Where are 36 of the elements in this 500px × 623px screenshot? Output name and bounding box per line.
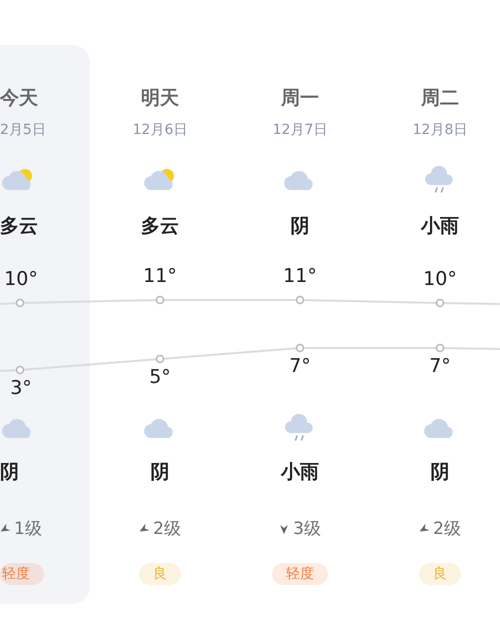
air-quality-badge: 轻度: [272, 563, 328, 585]
air-quality-badge: 轻度: [0, 563, 44, 585]
high-temperature: 11°: [283, 264, 317, 288]
weather-label: 阴: [150, 460, 170, 485]
weather-label: 阴: [0, 460, 19, 485]
low-temperature: 3°: [10, 376, 32, 400]
day-name: 明天: [141, 86, 179, 111]
low-temperature: 5°: [149, 365, 171, 389]
high-temperature: 10°: [4, 267, 38, 291]
date-label: 12月7日: [272, 121, 328, 140]
weather-label: 小雨: [421, 214, 459, 239]
low-temperature: 7°: [289, 354, 311, 378]
day-column[interactable]: 周一 12月7日 阴 11° 7° 小雨 3级 轻度: [230, 45, 370, 604]
low-temperature: 7°: [429, 354, 451, 378]
air-quality-badge: 良: [419, 563, 461, 585]
day-column[interactable]: 明天 12月6日 多云 11° 5° 阴 2级 良: [90, 45, 230, 604]
weather-label: 小雨: [281, 460, 319, 485]
high-temperature: 10°: [423, 267, 457, 291]
high-temperature: 11°: [143, 264, 177, 288]
weather-label: 阴: [430, 460, 450, 485]
wind-level: 2级: [153, 518, 181, 540]
date-label: 12月6日: [132, 121, 188, 140]
day-name: 周一: [281, 86, 319, 111]
day-card[interactable]: 今天 2月5日 多云 10° 3° 阴 1级 轻度: [0, 45, 90, 604]
date-label: 2月5日: [0, 121, 46, 140]
weather-label: 多云: [0, 214, 38, 239]
wind-level: 1级: [14, 518, 42, 540]
date-label: 12月8日: [412, 121, 468, 140]
weather-label: 多云: [141, 214, 179, 239]
air-quality-badge: 良: [139, 563, 181, 585]
wind-level: 3级: [293, 518, 321, 540]
day-name: 今天: [0, 86, 38, 111]
day-column[interactable]: 周二 12月8日 小雨 10° 7° 阴 2级 良: [370, 45, 500, 604]
wind-level: 2级: [433, 518, 461, 540]
day-name: 周二: [421, 86, 459, 111]
weather-label: 阴: [290, 214, 310, 239]
